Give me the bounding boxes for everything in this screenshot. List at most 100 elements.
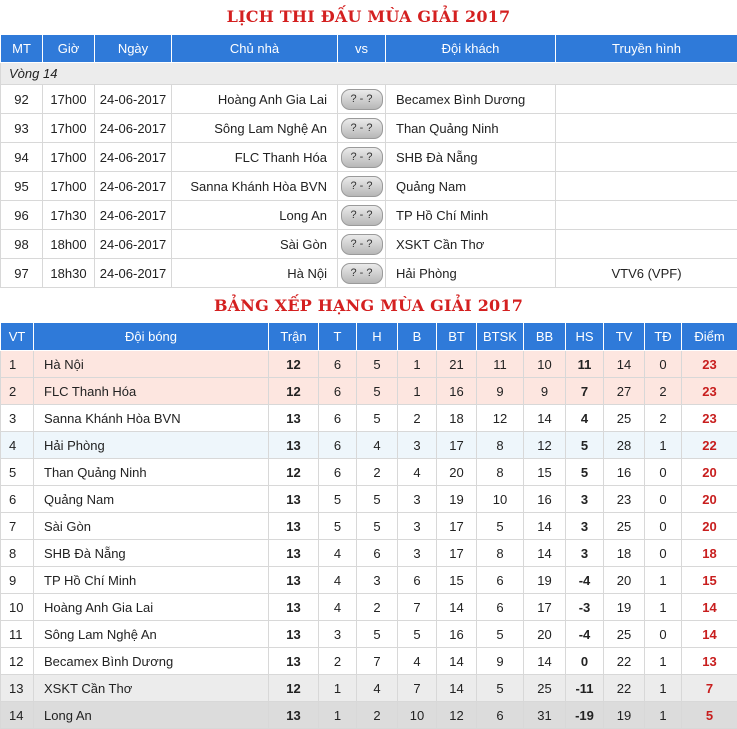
goal-difference: 3	[565, 539, 604, 567]
standings-row: 8 SHB Đà Nẵng 13 4 6 3 17 8 14 3 18 0 18	[0, 539, 737, 567]
col-header-goals-for: BT	[436, 322, 477, 351]
standings-table: VT Đội bóng Trận T H B BT BTSK BB HS TV …	[0, 322, 737, 729]
losses: 1	[397, 350, 437, 378]
match-row: 94 17h00 24-06-2017 FLC Thanh Hóa? - ? SHB Đ…	[0, 142, 737, 172]
team-name: XSKT Cần Thơ	[33, 674, 269, 702]
score-button[interactable]: ? - ?	[340, 262, 383, 284]
away-goals: 6	[476, 701, 524, 729]
match-date: 24-06-2017	[94, 229, 172, 259]
matches-played: 13	[268, 566, 319, 594]
match-time: 18h30	[42, 258, 95, 288]
points: 13	[681, 647, 737, 675]
score-button[interactable]: ? - ?	[340, 117, 383, 139]
losses: 7	[397, 593, 437, 621]
yellow-cards: 28	[603, 431, 645, 459]
losses: 3	[397, 539, 437, 567]
position: 6	[0, 485, 34, 513]
vs-cell: ? - ?	[337, 113, 386, 143]
position: 5	[0, 458, 34, 486]
draws: 2	[356, 701, 398, 729]
match-number: 94	[0, 142, 43, 172]
team-name: Quảng Nam	[33, 485, 269, 513]
away-team: SHB Đà Nẵng	[385, 142, 556, 172]
match-date: 24-06-2017	[94, 200, 172, 230]
col-header-position: VT	[0, 322, 34, 351]
red-cards: 1	[644, 647, 682, 675]
away-goals: 8	[476, 431, 524, 459]
position: 1	[0, 350, 34, 378]
yellow-cards: 19	[603, 701, 645, 729]
red-cards: 0	[644, 350, 682, 378]
wins: 5	[318, 485, 357, 513]
matches-played: 13	[268, 593, 319, 621]
yellow-cards: 23	[603, 485, 645, 513]
col-header-yellow-cards: TV	[603, 322, 645, 351]
points: 20	[681, 512, 737, 540]
points: 14	[681, 593, 737, 621]
goal-difference: 7	[565, 377, 604, 405]
score-button[interactable]: ? - ?	[340, 233, 383, 255]
score-button[interactable]: ? - ?	[340, 175, 383, 197]
goals-against: 14	[523, 647, 566, 675]
draws: 5	[356, 620, 398, 648]
yellow-cards: 18	[603, 539, 645, 567]
goal-difference: 11	[565, 350, 604, 378]
red-cards: 0	[644, 458, 682, 486]
wins: 4	[318, 593, 357, 621]
round-label: Vòng 14	[0, 62, 737, 85]
red-cards: 1	[644, 566, 682, 594]
score-button[interactable]: ? - ?	[340, 88, 383, 110]
goals-against: 10	[523, 350, 566, 378]
match-date: 24-06-2017	[94, 142, 172, 172]
goals-for: 14	[436, 674, 477, 702]
col-header-mt: MT	[0, 34, 43, 63]
position: 10	[0, 593, 34, 621]
tv-channel: VTV6 (VPF)	[555, 258, 737, 288]
match-row: 97 18h30 24-06-2017 Hà Nội? - ? Hải Phòng VTV…	[0, 258, 737, 288]
col-header-vs: vs	[337, 34, 386, 63]
red-cards: 1	[644, 593, 682, 621]
standings-row: 3 Sanna Khánh Hòa BVN 13 6 5 2 18 12 14 4 25 2 23	[0, 404, 737, 432]
match-time: 17h30	[42, 200, 95, 230]
goals-for: 17	[436, 512, 477, 540]
col-header-away: Đội khách	[385, 34, 556, 63]
goals-for: 14	[436, 593, 477, 621]
goals-against: 14	[523, 404, 566, 432]
match-time: 17h00	[42, 84, 95, 114]
match-time: 17h00	[42, 113, 95, 143]
match-number: 95	[0, 171, 43, 201]
points: 18	[681, 539, 737, 567]
away-goals: 5	[476, 620, 524, 648]
tv-channel	[555, 200, 737, 230]
away-goals: 11	[476, 350, 524, 378]
away-team: Than Quảng Ninh	[385, 113, 556, 143]
vs-cell: ? - ?	[337, 171, 386, 201]
points: 15	[681, 566, 737, 594]
match-number: 98	[0, 229, 43, 259]
losses: 4	[397, 458, 437, 486]
draws: 5	[356, 377, 398, 405]
col-header-losses: B	[397, 322, 437, 351]
wins: 2	[318, 647, 357, 675]
matches-played: 13	[268, 539, 319, 567]
draws: 6	[356, 539, 398, 567]
score-button[interactable]: ? - ?	[340, 204, 383, 226]
position: 13	[0, 674, 34, 702]
points: 7	[681, 674, 737, 702]
home-team: Hoàng Anh Gia Lai	[171, 84, 338, 114]
standings-row: 11 Sông Lam Nghệ An 13 3 5 5 16 5 20 -4 25 0 14	[0, 620, 737, 648]
match-row: 96 17h30 24-06-2017 Long An? - ? TP Hồ Chí M…	[0, 200, 737, 230]
match-date: 24-06-2017	[94, 113, 172, 143]
yellow-cards: 25	[603, 512, 645, 540]
yellow-cards: 27	[603, 377, 645, 405]
standings-title: BẢNG XẾP HẠNG MÙA GIẢI 2017	[213, 296, 524, 315]
yellow-cards: 22	[603, 647, 645, 675]
goal-difference: 0	[565, 647, 604, 675]
score-button[interactable]: ? - ?	[340, 146, 383, 168]
goals-against: 25	[523, 674, 566, 702]
losses: 10	[397, 701, 437, 729]
goal-difference: -4	[565, 566, 604, 594]
goals-against: 17	[523, 593, 566, 621]
matches-played: 13	[268, 431, 319, 459]
standings-row: 2 FLC Thanh Hóa 12 6 5 1 16 9 9 7 27 2 23	[0, 377, 737, 405]
